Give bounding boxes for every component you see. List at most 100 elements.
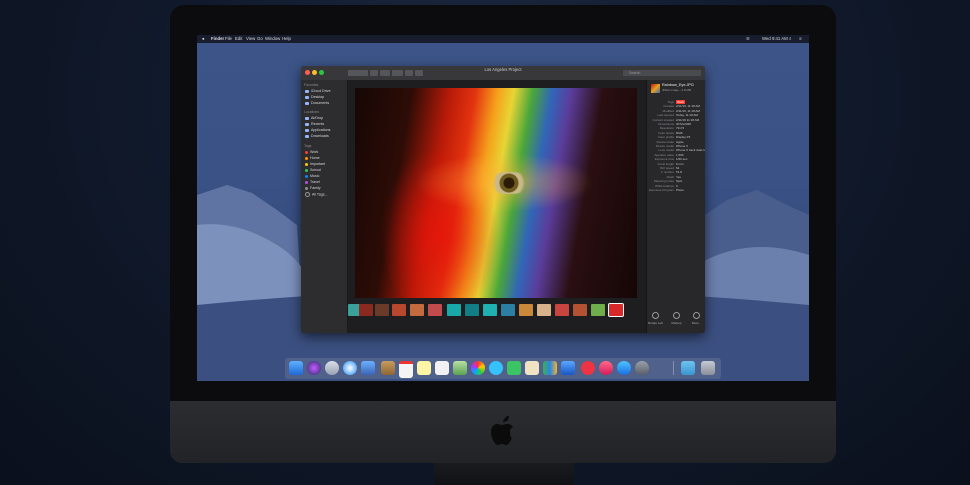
control-list-icon[interactable]: ≡: [799, 35, 802, 43]
zoom-button[interactable]: [319, 70, 324, 75]
sidebar-tag-family[interactable]: Family: [305, 186, 321, 191]
file-type: JPEG image - 2.8 MB: [662, 88, 692, 92]
filmstrip-thumb[interactable]: [375, 304, 389, 316]
music-icon[interactable]: [599, 361, 613, 375]
sidebar-section-tags: Tags: [304, 144, 312, 148]
messages-icon[interactable]: [489, 361, 503, 375]
close-button[interactable]: [305, 70, 310, 75]
filmstrip-thumb[interactable]: [410, 304, 424, 316]
sidebar-item-icloud-drive[interactable]: iCloud Drive: [305, 89, 331, 94]
more-button[interactable]: More...: [689, 310, 704, 325]
file-thumbnail: [651, 84, 660, 93]
filmstrip-thumb[interactable]: [483, 304, 497, 316]
filmstrip-thumb[interactable]: [447, 304, 461, 316]
share-button[interactable]: [405, 70, 413, 76]
applications-icon: [305, 128, 309, 132]
group-button[interactable]: [380, 70, 390, 76]
action-button[interactable]: [392, 70, 403, 76]
filmstrip-thumb[interactable]: [501, 304, 515, 316]
filmstrip-thumb[interactable]: [359, 304, 373, 316]
gallery-main-image[interactable]: [355, 88, 637, 298]
apple-menu-icon[interactable]: ●: [202, 35, 205, 43]
markup-button[interactable]: Markup: [669, 310, 684, 325]
airdrop-icon: [305, 116, 309, 120]
sidebar-tag-home[interactable]: Home: [305, 156, 320, 161]
menu-bar: ● Finder File Edit View Go Window Help ≋…: [197, 35, 809, 43]
filmstrip-thumb[interactable]: [392, 304, 406, 316]
menu-edit[interactable]: Edit: [235, 35, 242, 43]
menu-help[interactable]: Help: [282, 35, 291, 43]
photos-icon[interactable]: [471, 361, 485, 375]
desktop-screen: ● Finder File Edit View Go Window Help ≋…: [197, 35, 809, 381]
sidebar-tag-music[interactable]: Music: [305, 174, 319, 179]
news-icon[interactable]: [525, 361, 539, 375]
menu-go[interactable]: Go: [257, 35, 263, 43]
news-app-icon[interactable]: [581, 361, 595, 375]
tag-button[interactable]: [415, 70, 423, 76]
tag-dot-icon: [305, 174, 308, 178]
tag-dot-icon: [305, 180, 308, 184]
facetime-icon[interactable]: [507, 361, 521, 375]
dock-divider: [673, 361, 674, 375]
sidebar-tag-work[interactable]: Work: [305, 150, 318, 155]
sidebar-tag-travel[interactable]: Travel: [305, 180, 320, 185]
tag-dot-icon: [305, 150, 308, 154]
title-bar[interactable]: Los Angeles Project Search: [301, 66, 705, 81]
numbers-icon[interactable]: [543, 361, 557, 375]
sidebar-section-favorites: Favorites: [304, 83, 319, 87]
notes-icon[interactable]: [417, 361, 431, 375]
file-name: Rainbow_Eye.JPG: [662, 83, 694, 87]
filmstrip-thumb[interactable]: [428, 304, 442, 316]
filmstrip-thumb[interactable]: [555, 304, 569, 316]
view-mode-buttons[interactable]: [348, 70, 368, 76]
sidebar-item-downloads[interactable]: Downloads: [305, 134, 329, 139]
metadata-value: Photo: [676, 188, 684, 192]
filmstrip-thumb[interactable]: [573, 304, 587, 316]
filmstrip-thumb[interactable]: [537, 304, 551, 316]
finder-icon[interactable]: [289, 361, 303, 375]
sidebar-item-documents[interactable]: Documents: [305, 101, 329, 106]
mail-icon[interactable]: [361, 361, 375, 375]
spotlight-icon[interactable]: ⌕: [789, 35, 791, 43]
search-input[interactable]: Search: [623, 70, 701, 76]
sidebar-tag-all-tags[interactable]: All Tags...: [305, 192, 328, 197]
imac-stand: [434, 463, 574, 485]
calendar-icon[interactable]: [399, 361, 413, 378]
filmstrip-thumb-selected[interactable]: [608, 303, 624, 317]
trash-icon[interactable]: [701, 361, 715, 375]
downloads-folder-icon[interactable]: [681, 361, 695, 375]
gallery-view-button[interactable]: [370, 70, 378, 76]
quick-actions: Rotate Left Markup More...: [647, 310, 705, 330]
menu-file[interactable]: File: [225, 35, 232, 43]
siri-icon[interactable]: [307, 361, 321, 375]
wifi-icon[interactable]: ≋: [746, 35, 750, 43]
menu-window[interactable]: Window: [265, 35, 280, 43]
cloud-icon: [305, 89, 309, 93]
maps-icon[interactable]: [453, 361, 467, 375]
filmstrip-thumb[interactable]: [591, 304, 605, 316]
filmstrip-thumb[interactable]: [465, 304, 479, 316]
desktop-icon: [305, 95, 309, 99]
reminders-icon[interactable]: [435, 361, 449, 375]
launchpad-icon[interactable]: [325, 361, 339, 375]
sidebar-tag-school[interactable]: School: [305, 168, 321, 173]
minimize-button[interactable]: [312, 70, 317, 75]
clock-icon: [305, 122, 309, 126]
app-store-icon[interactable]: [617, 361, 631, 375]
markup-icon: [673, 312, 680, 319]
sidebar-item-airdrop[interactable]: AirDrop: [305, 116, 323, 121]
sidebar-item-applications[interactable]: Applications: [305, 128, 330, 133]
clock[interactable]: Wed 9:41 AM: [762, 35, 788, 43]
sidebar-item-desktop[interactable]: Desktop: [305, 95, 324, 100]
system-preferences-icon[interactable]: [635, 361, 649, 375]
keynote-icon[interactable]: [561, 361, 575, 375]
tag-dot-icon: [305, 186, 308, 190]
rotate-left-button[interactable]: Rotate Left: [648, 310, 663, 325]
sidebar-item-recents[interactable]: Recents: [305, 122, 324, 127]
menu-finder[interactable]: Finder: [211, 35, 224, 43]
contacts-icon[interactable]: [381, 361, 395, 375]
menu-view[interactable]: View: [246, 35, 255, 43]
sidebar-tag-important[interactable]: Important: [305, 162, 325, 167]
filmstrip-thumb[interactable]: [519, 304, 533, 316]
safari-icon[interactable]: [343, 361, 357, 375]
